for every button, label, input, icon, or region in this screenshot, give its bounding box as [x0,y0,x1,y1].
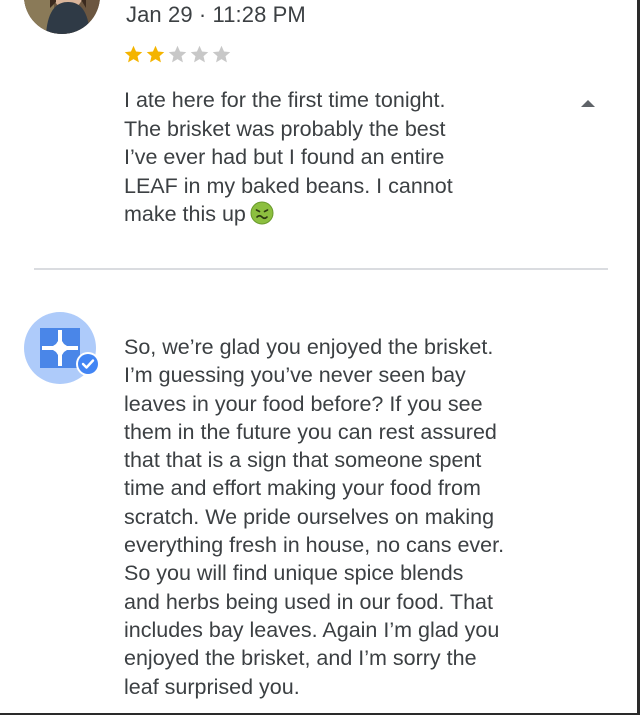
review-date: Jan 29 · 11:28 PM [126,2,306,27]
reviewer-avatar[interactable] [24,0,100,34]
star-filled-icon [146,45,165,63]
star-empty-icon [190,45,209,63]
star-empty-icon [168,45,187,63]
star-empty-icon [212,45,231,63]
review-body: I ate here for the first time tonight. T… [124,88,453,227]
review-text: I ate here for the first time tonight. T… [124,86,534,229]
owner-reply-text: So, we’re glad you enjoyed the brisket. … [124,335,505,699]
collapse-arrow-icon[interactable] [578,96,598,110]
nauseated-face-icon [250,201,274,225]
star-filled-icon [124,45,143,63]
divider [34,268,608,270]
star-rating [123,44,232,65]
owner-avatar[interactable] [24,312,100,388]
